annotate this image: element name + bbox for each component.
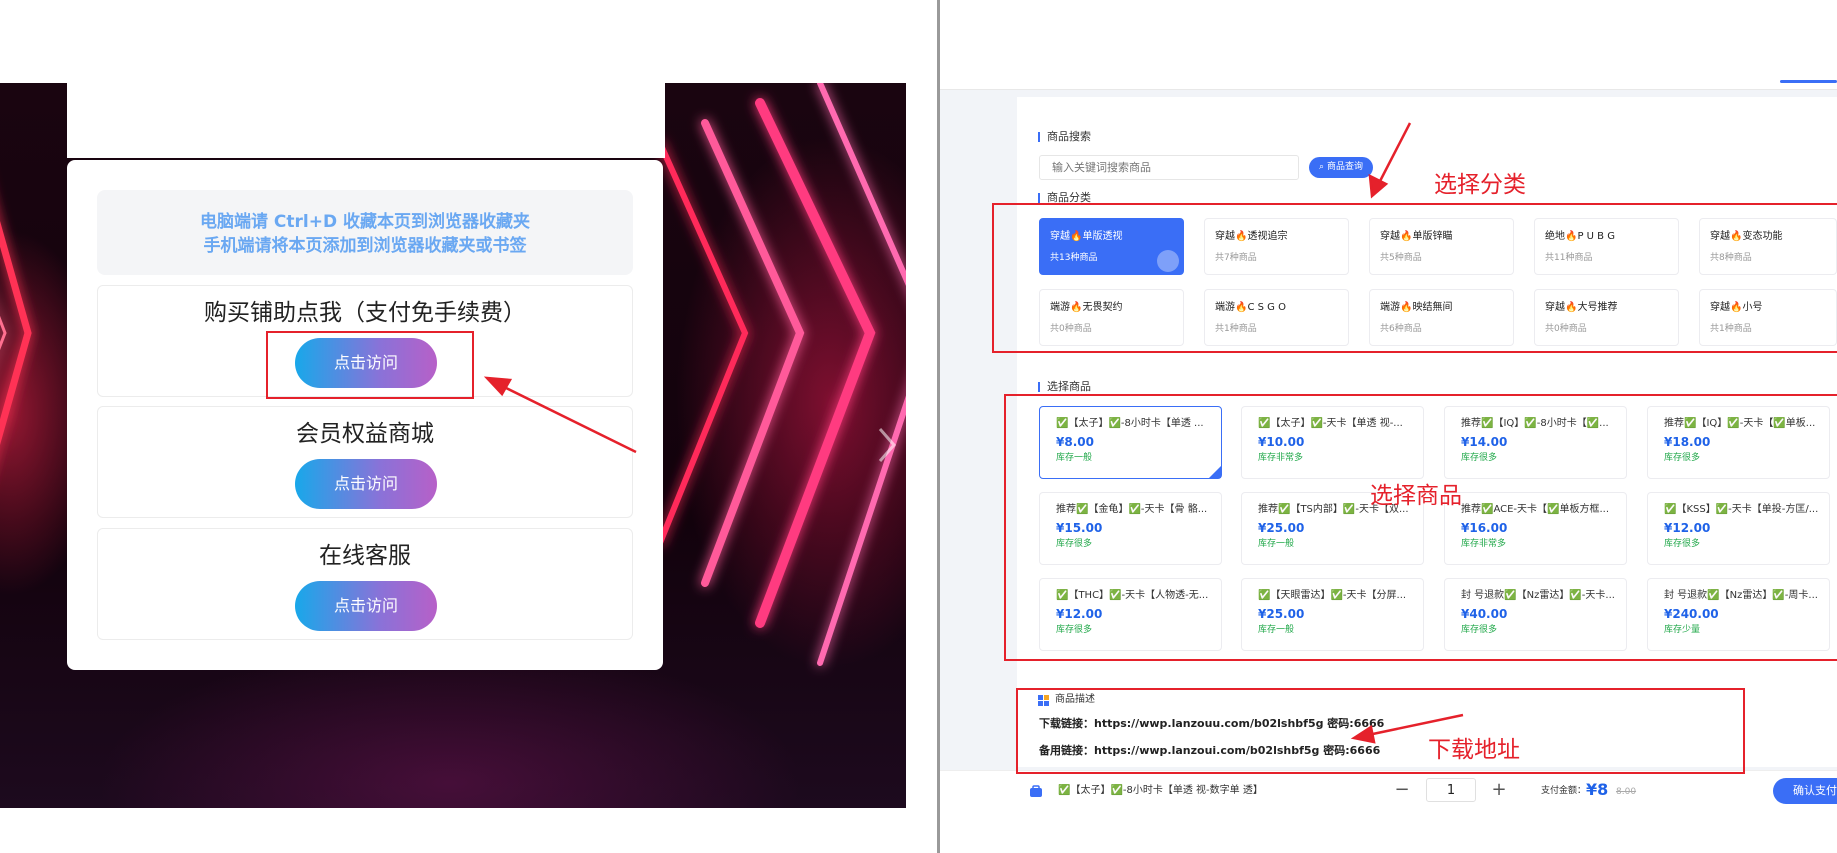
selected-product-name: ✅【太子】✅-8小时卡【单透 视-数字单 透】 <box>1058 785 1263 796</box>
quantity-decrease-button[interactable]: − <box>1392 780 1412 800</box>
search-input[interactable] <box>1039 155 1299 180</box>
entry-member-mall-title: 会员权益商城 <box>296 421 434 447</box>
entry-support: 在线客服 点击访问 <box>97 528 633 640</box>
header-card <box>67 83 665 158</box>
cart-icon <box>1030 785 1042 797</box>
entry-buy-title: 购买铺助点我（支付免手续费） <box>204 300 526 326</box>
annotation-select-category: 选择分类 <box>1434 172 1526 198</box>
support-visit-button[interactable]: 点击访问 <box>295 581 437 631</box>
highlight-description <box>1016 688 1745 774</box>
product-section-label: 选择商品 <box>1038 380 1091 394</box>
quantity-increase-button[interactable]: + <box>1489 780 1509 800</box>
pay-amount-label: 支付金额： <box>1541 786 1587 796</box>
annotation-select-product: 选择商品 <box>1370 483 1462 509</box>
highlight-categories <box>992 203 1837 353</box>
entry-support-title: 在线客服 <box>319 543 411 569</box>
pay-amount: ¥8 <box>1586 780 1609 799</box>
annotation-download-address: 下载地址 <box>1428 737 1520 763</box>
notice-line-desktop: 电脑端请 Ctrl+D 收藏本页到浏览器收藏夹 <box>199 212 530 232</box>
portal-card: 电脑端请 Ctrl+D 收藏本页到浏览器收藏夹 手机端请将本页添加到浏览器收藏夹… <box>67 160 663 670</box>
search-button[interactable]: ⌕ 商品查询 <box>1309 157 1373 178</box>
member-mall-visit-button[interactable]: 点击访问 <box>295 459 437 509</box>
search-button-label: 商品查询 <box>1326 162 1363 172</box>
order-bar <box>940 770 1837 853</box>
entry-member-mall: 会员权益商城 点击访问 <box>97 406 633 518</box>
bookmark-notice: 电脑端请 Ctrl+D 收藏本页到浏览器收藏夹 手机端请将本页添加到浏览器收藏夹… <box>97 190 633 275</box>
search-icon: ⌕ <box>1319 162 1327 172</box>
screenshot-root: 电脑端请 Ctrl+D 收藏本页到浏览器收藏夹 手机端请将本页添加到浏览器收藏夹… <box>0 0 1837 853</box>
quantity-input[interactable] <box>1426 778 1476 802</box>
shop-header <box>940 0 1837 90</box>
highlight-buy-button <box>266 331 474 399</box>
notice-line-mobile: 手机端请将本页添加到浏览器收藏夹或书签 <box>203 236 527 256</box>
highlight-products <box>1004 394 1837 661</box>
confirm-pay-button[interactable]: 确认支付 <box>1773 778 1837 804</box>
chevron-right-icon[interactable] <box>876 425 898 465</box>
search-section-label: 商品搜索 <box>1038 130 1091 144</box>
header-tab-indicator <box>1780 80 1837 83</box>
original-price: 8.00 <box>1616 787 1637 797</box>
